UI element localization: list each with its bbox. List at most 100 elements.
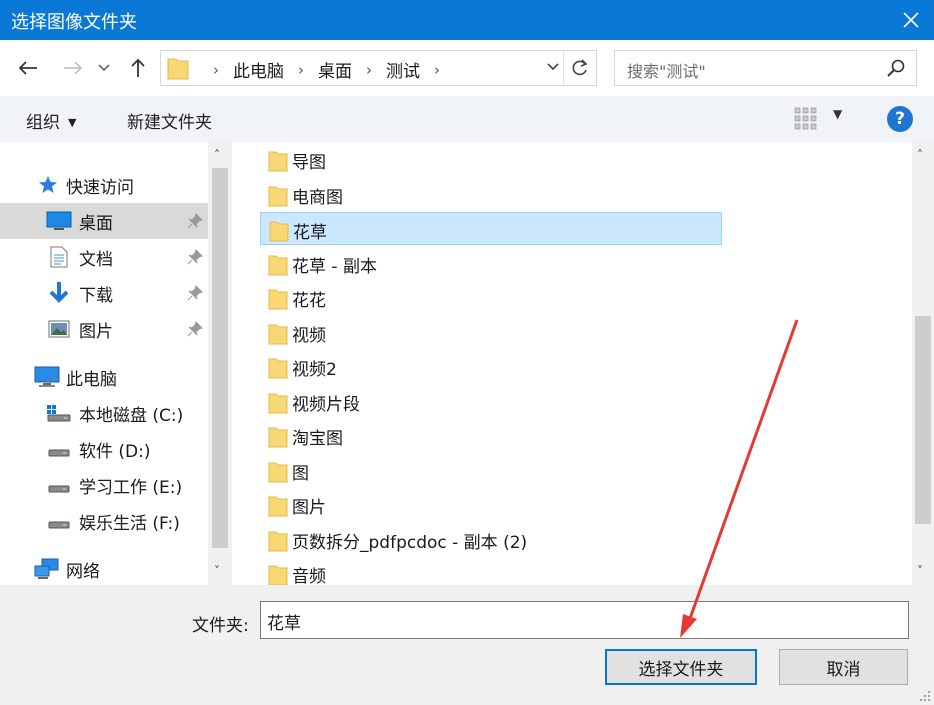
pin-icon[interactable] xyxy=(187,285,203,301)
resize-grip-icon[interactable] xyxy=(919,690,931,702)
pin-icon[interactable] xyxy=(187,249,203,265)
breadcrumb-test[interactable]: 测试 xyxy=(386,57,420,82)
file-row[interactable]: 淘宝图 xyxy=(260,419,722,452)
nav-item-label: 下载 xyxy=(79,285,113,306)
file-name: 图 xyxy=(292,463,309,484)
scroll-up-icon[interactable]: ˄ xyxy=(214,148,220,162)
file-row[interactable]: 页数拆分_pdfpcdoc - 副本 (2) xyxy=(260,523,722,556)
recent-locations-button[interactable] xyxy=(94,54,114,82)
nav-scrollbar[interactable]: ˄ ˅ xyxy=(208,142,232,585)
search-icon xyxy=(887,59,905,77)
file-row[interactable]: 视频 xyxy=(260,316,722,349)
folder-icon xyxy=(268,496,288,517)
computer-icon xyxy=(34,366,60,388)
scroll-up-icon[interactable]: ˄ xyxy=(917,148,923,162)
divider xyxy=(563,51,564,85)
file-row[interactable]: 花草 xyxy=(260,212,722,245)
breadcrumb-this-pc[interactable]: 此电脑 xyxy=(233,57,284,82)
organize-label: 组织 xyxy=(26,113,60,133)
file-scrollbar[interactable]: ˄ ˅ xyxy=(912,142,934,585)
folder-name-input[interactable]: 花草 xyxy=(260,601,909,639)
folder-icon xyxy=(167,58,189,80)
forward-button[interactable] xyxy=(59,54,87,82)
folder-icon xyxy=(268,427,288,448)
nav-item-label: 桌面 xyxy=(79,213,113,234)
search-box[interactable]: 搜索"测试" xyxy=(614,50,917,86)
nav-drive-label: 学习工作 (E:) xyxy=(79,477,183,498)
folder-icon xyxy=(269,221,289,242)
chevron-right-icon: › xyxy=(366,60,372,79)
system-drive-icon xyxy=(46,403,72,423)
window-title: 选择图像文件夹 xyxy=(11,12,137,33)
drive-icon xyxy=(48,511,70,531)
star-icon xyxy=(38,175,58,195)
file-name: 电商图 xyxy=(292,187,343,208)
file-name: 视频片段 xyxy=(292,394,360,415)
close-button[interactable] xyxy=(888,0,934,40)
back-button[interactable] xyxy=(14,54,42,82)
desktop-icon xyxy=(46,211,72,231)
drive-icon xyxy=(48,475,70,495)
select-folder-button[interactable]: 选择文件夹 xyxy=(605,649,757,685)
pin-icon[interactable] xyxy=(187,213,203,229)
help-button[interactable]: ? xyxy=(887,106,913,132)
file-row[interactable]: 花花 xyxy=(260,281,722,314)
file-name: 花草 - 副本 xyxy=(292,256,377,277)
file-row[interactable]: 导图 xyxy=(260,143,722,176)
nav-drive-f[interactable]: 娱乐生活 (F:) xyxy=(0,503,208,539)
nav-item-downloads[interactable]: 下载 xyxy=(0,275,208,311)
file-row[interactable]: 花草 - 副本 xyxy=(260,247,722,280)
view-options-icon[interactable] xyxy=(794,107,818,131)
folder-icon xyxy=(268,393,288,413)
folder-icon xyxy=(268,324,288,344)
download-icon xyxy=(48,281,70,305)
up-arrow-icon xyxy=(131,58,145,77)
nav-drive-label: 娱乐生活 (F:) xyxy=(79,513,180,534)
file-row[interactable]: 图片 xyxy=(260,488,722,521)
nav-drive-d[interactable]: 软件 (D:) xyxy=(0,431,208,467)
file-row[interactable]: 电商图 xyxy=(260,178,722,211)
file-row[interactable]: 视频2 xyxy=(260,350,722,383)
nav-scroll-thumb[interactable] xyxy=(212,168,228,548)
address-bar[interactable]: › 此电脑 › 桌面 › 测试 › xyxy=(160,50,597,86)
dialog-footer: 文件夹: 花草 选择文件夹 取消 xyxy=(0,585,934,705)
nav-item-desktop[interactable]: 桌面 xyxy=(0,203,208,239)
search-input[interactable]: 搜索"测试" xyxy=(627,58,706,82)
folder-icon xyxy=(268,289,288,310)
folder-icon xyxy=(268,462,288,482)
folder-icon xyxy=(268,255,288,275)
nav-drive-e[interactable]: 学习工作 (E:) xyxy=(0,467,208,503)
caret-down-icon: ▼ xyxy=(68,116,77,129)
refresh-icon[interactable] xyxy=(570,58,590,78)
breadcrumb-desktop[interactable]: 桌面 xyxy=(318,57,352,82)
scroll-down-icon[interactable]: ˅ xyxy=(917,564,923,578)
nav-network[interactable]: 网络 xyxy=(0,551,208,587)
nav-this-pc[interactable]: 此电脑 xyxy=(0,359,208,395)
new-folder-button[interactable]: 新建文件夹 xyxy=(127,108,212,133)
cancel-button[interactable]: 取消 xyxy=(779,649,908,685)
file-name: 淘宝图 xyxy=(292,429,343,449)
file-name: 音频 xyxy=(292,567,326,587)
chevron-right-icon: › xyxy=(298,60,304,79)
file-scroll-thumb[interactable] xyxy=(915,316,931,524)
file-list: 导图电商图花草花草 - 副本花花 视频 视频2 视频片段淘宝图图图片 页数拆分_pdfp… xyxy=(232,142,912,587)
nav-network-label: 网络 xyxy=(66,561,100,582)
scroll-down-icon[interactable]: ˅ xyxy=(214,564,220,578)
organize-menu[interactable]: 组织 ▼ xyxy=(26,108,76,133)
nav-quick-access-label: 快速访问 xyxy=(66,177,134,198)
chevron-down-icon[interactable] xyxy=(546,60,560,74)
new-folder-label: 新建文件夹 xyxy=(127,113,212,133)
nav-this-pc-label: 此电脑 xyxy=(66,369,117,390)
breadcrumb: › 此电脑 › 桌面 › 测试 › xyxy=(199,57,454,83)
file-row[interactable]: 图 xyxy=(260,454,722,487)
folder-label: 文件夹: xyxy=(192,616,249,636)
nav-item-documents[interactable]: 文档 xyxy=(0,239,208,275)
up-button[interactable] xyxy=(124,54,152,82)
nav-drive-c[interactable]: 本地磁盘 (C:) xyxy=(0,395,208,431)
file-row[interactable]: 视频片段 xyxy=(260,385,722,418)
pin-icon[interactable] xyxy=(187,321,203,337)
nav-item-pictures[interactable]: 图片 xyxy=(0,311,208,347)
view-dropdown-icon[interactable]: ▼ xyxy=(833,107,842,121)
folder-icon xyxy=(268,186,288,206)
nav-quick-access[interactable]: 快速访问 xyxy=(0,167,208,203)
